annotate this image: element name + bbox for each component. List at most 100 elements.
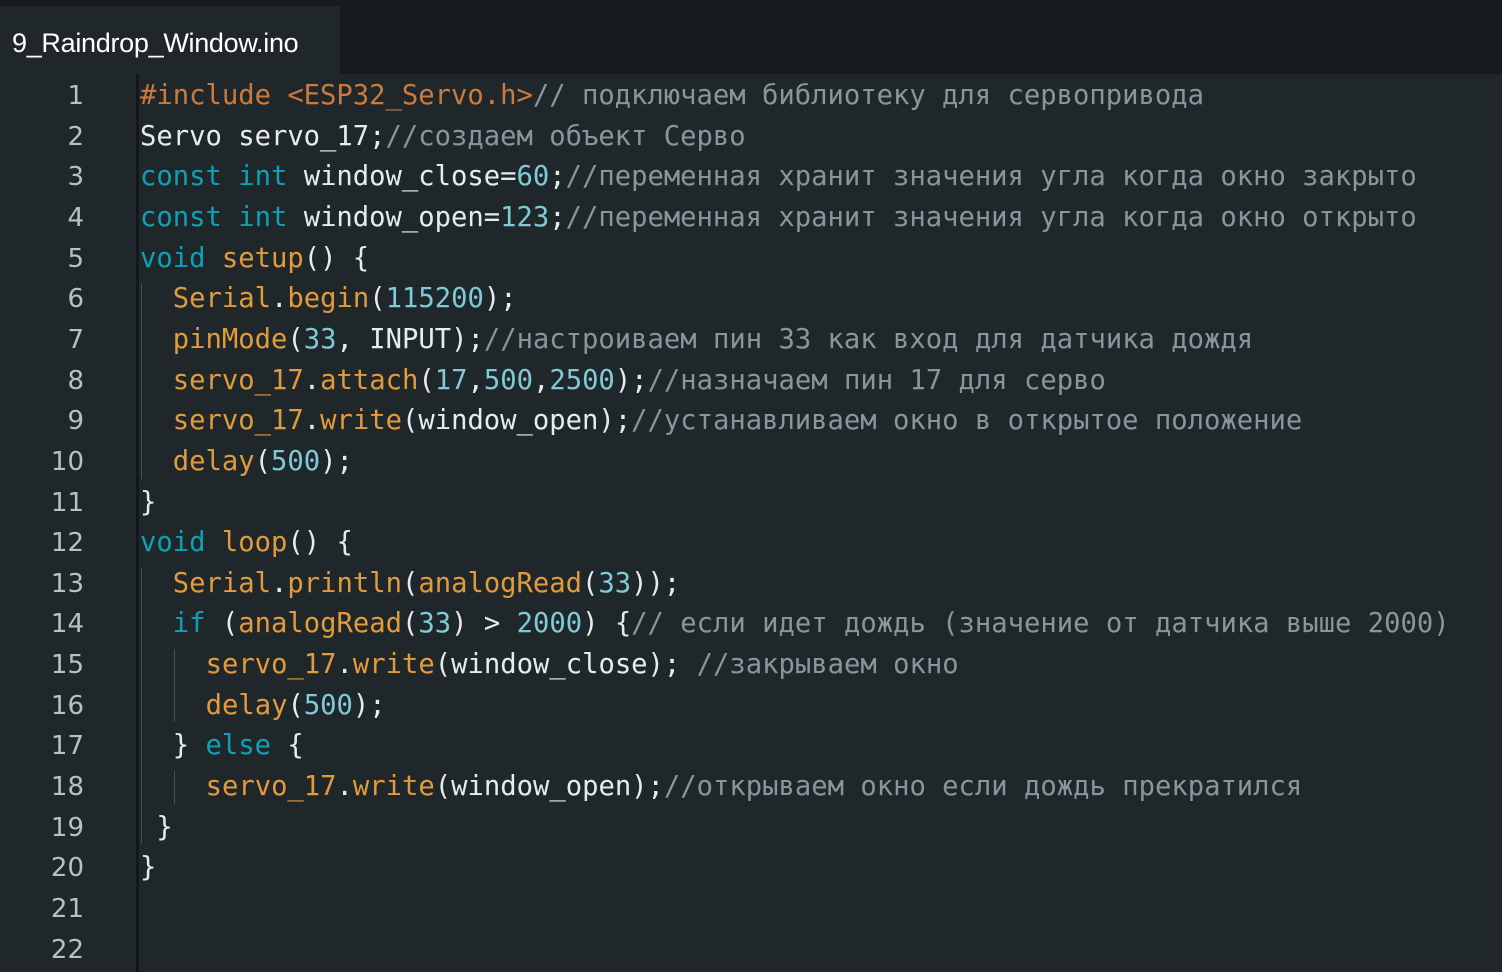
- code-token: else: [205, 730, 272, 762]
- code-token: () {: [303, 242, 370, 274]
- code-token: ) >: [451, 608, 517, 640]
- code-token: () {: [287, 527, 353, 559]
- code-token: attach: [320, 364, 419, 396]
- indent-guide: [173, 771, 175, 804]
- code-line: servo_17.write(window_close); //закрывае…: [206, 645, 959, 685]
- line-number: 21: [50, 894, 84, 924]
- code-line: servo_17.write(window_open);//устанавлив…: [173, 401, 1302, 441]
- code-token: .: [271, 283, 288, 315]
- code-token: 500: [483, 364, 533, 396]
- line-number: 5: [67, 243, 84, 274]
- file-tab[interactable]: 9_Raindrop_Window.ino: [0, 6, 340, 74]
- code-token: analogRead: [418, 567, 583, 599]
- code-token: ;: [549, 161, 566, 193]
- line-number: 1: [67, 81, 84, 111]
- code-line: if (analogRead(33) > 2000) {// если идет…: [173, 604, 1450, 644]
- code-token: // подключаем библиотеку для сервопривод…: [532, 80, 1204, 111]
- code-token: (: [205, 608, 239, 640]
- code-token: loop: [221, 527, 288, 559]
- code-token: void: [140, 527, 206, 559]
- code-token: window_close=: [287, 161, 517, 193]
- code-token: ;: [549, 201, 566, 233]
- file-tab-label: 9_Raindrop_Window.ino: [12, 28, 299, 58]
- code-token: println: [287, 567, 402, 599]
- code-token: 123: [500, 201, 550, 233]
- code-token: 33: [303, 323, 337, 355]
- code-token: write: [352, 649, 435, 681]
- code-token: }: [172, 730, 206, 762]
- line-number: 10: [50, 446, 84, 477]
- line-number: 14: [50, 609, 84, 640]
- line-number: 19: [50, 812, 84, 843]
- code-token: (window_open);: [401, 405, 632, 437]
- code-token: const: [140, 161, 222, 193]
- code-line: }: [140, 848, 156, 888]
- code-token: //переменная хранит значения угла когда …: [565, 201, 1417, 233]
- code-token: int: [238, 201, 288, 233]
- code-token: //открываем окно если дождь прекратился: [663, 771, 1303, 803]
- line-number: 15: [50, 650, 84, 681]
- code-token: servo_17: [205, 771, 337, 803]
- code-token: setup: [221, 242, 304, 274]
- code-token: //создаем объект Серво: [385, 120, 746, 152]
- code-token: }: [156, 811, 173, 843]
- code-token: 33: [598, 567, 632, 599]
- line-number: 18: [50, 772, 84, 803]
- code-token: // если идет дождь (значение от датчика …: [631, 608, 1450, 640]
- code-token: ,: [532, 364, 550, 396]
- code-line: }: [156, 808, 172, 848]
- code-line: Serial.println(analogRead(33));: [173, 564, 680, 604]
- code-line: delay(500);: [173, 442, 353, 482]
- code-token: (: [254, 445, 272, 477]
- line-number: 2: [67, 121, 84, 152]
- line-number: 8: [67, 365, 84, 396]
- line-number: 3: [67, 162, 84, 193]
- code-token: );: [483, 283, 517, 315]
- code-token: (window_open);: [434, 771, 664, 803]
- code-token: Servo servo_17;: [140, 120, 386, 152]
- line-number: 16: [50, 690, 84, 721]
- code-line: }: [140, 483, 156, 523]
- line-number: 20: [50, 853, 84, 884]
- code-token: 500: [271, 445, 321, 477]
- code-token: write: [352, 771, 435, 803]
- code-token: (: [287, 689, 304, 721]
- indent-guide: [141, 567, 142, 845]
- code-token: int: [238, 161, 288, 193]
- line-number: 6: [67, 284, 84, 315]
- code-token: .: [336, 649, 353, 681]
- code-token: servo_17: [205, 649, 337, 681]
- code-line: const int window_close=60;//переменная х…: [140, 157, 1417, 197]
- code-token: (window_close);: [434, 649, 697, 681]
- code-token: if: [172, 608, 206, 640]
- code-token: analogRead: [238, 608, 402, 640]
- code-token: 500: [303, 689, 353, 721]
- code-token: //устанавливаем окно в открытое положени…: [631, 405, 1303, 437]
- code-token: servo_17: [172, 405, 304, 437]
- code-token: 2500: [549, 364, 615, 396]
- code-line: pinMode(33, INPUT);//настроиваем пин 33 …: [173, 320, 1253, 360]
- code-area[interactable]: #include <ESP32_Servo.h>// подключаем би…: [140, 74, 1502, 972]
- code-token: 60: [516, 161, 550, 193]
- code-token: 2000: [516, 608, 583, 640]
- code-token: 33: [418, 608, 452, 640]
- code-token: }: [140, 852, 157, 884]
- code-token: delay: [172, 445, 255, 477]
- code-line: } else {: [173, 726, 304, 766]
- code-line: Servo servo_17;//создаем объект Серво: [140, 117, 746, 157]
- code-token: (: [582, 567, 599, 599]
- code-token: ));: [631, 567, 681, 599]
- code-token: , INPUT);: [336, 323, 484, 355]
- code-token: //назначаем пин 17 для серво: [647, 364, 1106, 396]
- code-token: 17: [434, 364, 468, 396]
- code-token: ) {: [582, 608, 632, 640]
- code-line: const int window_open=123;//переменная х…: [140, 198, 1417, 238]
- code-line: servo_17.write(window_open);//открываем …: [206, 767, 1303, 807]
- code-editor[interactable]: 1 2 3 4 5 6 7 8 9 10 11 12 13 14 15 16 17 18 19 20 21 22 #inc…: [0, 74, 1502, 972]
- code-token: write: [320, 405, 402, 437]
- code-token: const: [140, 201, 222, 233]
- code-token: void: [140, 242, 206, 274]
- code-token: );: [614, 364, 648, 396]
